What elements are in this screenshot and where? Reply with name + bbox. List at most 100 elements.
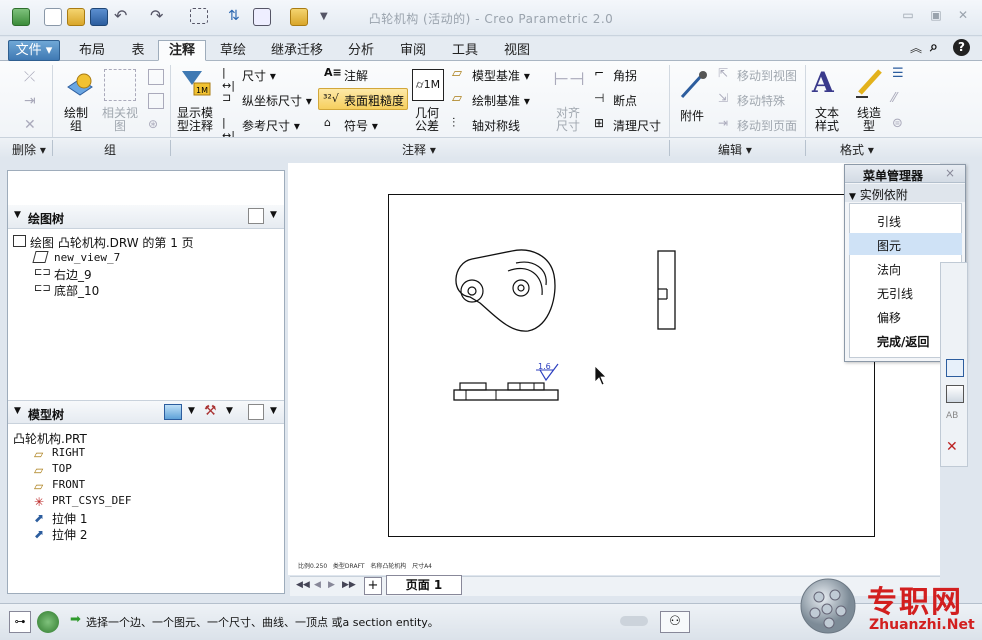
search-icon[interactable]: ⌕ <box>930 39 938 55</box>
dimension-label[interactable]: 尺寸 ▾ <box>242 67 276 84</box>
add-page-button[interactable]: + <box>364 577 382 595</box>
maximize-button[interactable]: ▣ <box>928 8 944 22</box>
line-style-icon[interactable] <box>854 67 886 99</box>
dimension-icon[interactable]: |↔| <box>222 66 238 92</box>
note-label[interactable]: 注解 <box>344 67 368 84</box>
model-display-icon[interactable] <box>164 404 182 420</box>
tab-analysis[interactable]: 分析 <box>338 40 384 61</box>
minimize-button[interactable]: ▭ <box>900 8 916 22</box>
binoculars-icon[interactable]: ⚇ <box>660 611 690 633</box>
tab-tools[interactable]: 工具 <box>442 40 488 61</box>
close-icon[interactable]: × <box>945 166 955 180</box>
browser-toggle-icon[interactable] <box>37 611 59 633</box>
delete-all-icon[interactable]: ✕ <box>24 117 40 133</box>
reference-dimension-label[interactable]: 参考尺寸 ▾ <box>242 117 300 134</box>
move-to-page-label[interactable]: 移动到页面 <box>737 117 797 134</box>
ordinate-dimension-icon[interactable]: ⊐ <box>222 91 238 107</box>
tab-annotate[interactable]: 注释 <box>158 40 206 61</box>
dropdown-icon[interactable]: ▼ <box>188 406 195 416</box>
hatch-icon[interactable]: ☰ <box>892 66 908 82</box>
group-option-3-icon[interactable]: ⊛ <box>148 117 164 133</box>
menu-section-header[interactable]: ▼ 实例依附 <box>845 184 965 202</box>
tab-sketch[interactable]: 草绘 <box>210 40 256 61</box>
model-datum-icon[interactable]: ▱ <box>452 66 468 82</box>
move-to-view-label[interactable]: 移动到视图 <box>737 67 797 84</box>
jog-icon[interactable]: ⌐ <box>594 66 610 82</box>
tree-item-new-view[interactable]: new_view_7 <box>54 251 120 264</box>
ordinate-dimension-label[interactable]: 纵坐标尺寸 ▾ <box>242 92 312 109</box>
sketch-icon[interactable] <box>946 359 964 377</box>
tree-item-bottom-view[interactable]: 底部_10 <box>54 282 99 299</box>
group-annotate[interactable]: 注释 ▾ <box>402 141 436 158</box>
move-to-page-icon[interactable]: ⇥ <box>718 116 734 132</box>
move-to-view-icon[interactable]: ⇱ <box>718 66 734 82</box>
first-page-icon[interactable]: ◀◀ <box>296 580 310 590</box>
tree-item-front[interactable]: FRONT <box>52 478 85 491</box>
symbol-icon[interactable]: ⌂ <box>324 116 340 132</box>
tree-item-csys[interactable]: PRT_CSYS_DEF <box>52 494 131 507</box>
menu-item-leader[interactable]: 引线 <box>849 209 962 231</box>
reference-dimension-icon[interactable]: |↔| <box>222 116 238 142</box>
tree-item-right[interactable]: RIGHT <box>52 446 85 459</box>
tree-toggle-icon[interactable]: ⊶ <box>9 611 31 633</box>
note-icon[interactable]: A≡ <box>324 66 342 82</box>
move-special-icon[interactable]: ⇲ <box>718 91 734 107</box>
tree-settings-icon[interactable] <box>248 208 264 224</box>
hatch-pattern-icon[interactable]: ⁄⁄ <box>892 91 908 107</box>
dropdown-icon[interactable]: ▼ <box>270 406 277 416</box>
related-view-icon[interactable] <box>104 69 136 101</box>
group-format[interactable]: 格式 ▾ <box>840 141 874 158</box>
tree-item-right-view[interactable]: 右边_9 <box>54 266 92 283</box>
dropdown-icon[interactable]: ▼ <box>270 210 277 220</box>
model-tree-header[interactable]: ▼ 模型树 ▼ ⚒ ▼ ▼ <box>8 400 284 424</box>
breakpoint-icon[interactable]: ⊣ <box>594 91 610 107</box>
collapse-icon[interactable]: ▼ <box>14 406 21 416</box>
tab-legacy-migration[interactable]: 继承迁移 <box>262 40 332 61</box>
move-special-label[interactable]: 移动特殊 <box>737 92 785 109</box>
tree-item-extrude-1[interactable]: 拉伸 1 <box>52 510 87 527</box>
breakpoint-label[interactable]: 断点 <box>613 92 637 109</box>
cam-main-view[interactable] <box>450 245 570 335</box>
help-icon[interactable]: ? <box>953 39 970 56</box>
collapse-ribbon-icon[interactable]: ︽ <box>910 39 922 56</box>
tree-item-top[interactable]: TOP <box>52 462 72 475</box>
text-ab-icon[interactable]: AB <box>946 411 964 429</box>
repeat-format-icon[interactable]: ⊜ <box>892 116 908 132</box>
delete-segment-icon[interactable]: ⇥ <box>24 93 40 109</box>
prev-page-icon[interactable]: ◀ <box>314 580 321 590</box>
show-model-annotations-icon[interactable]: 1M <box>180 67 212 99</box>
draw-datum-label[interactable]: 绘制基准 ▾ <box>472 92 530 109</box>
drawing-tree-root[interactable]: 绘图 凸轮机构.DRW 的第 1 页 <box>30 234 194 251</box>
dropdown-icon[interactable]: ▼ <box>226 406 233 416</box>
symbol-label[interactable]: 符号 ▾ <box>344 117 378 134</box>
cam-right-view[interactable] <box>655 249 679 333</box>
group-edit[interactable]: 编辑 ▾ <box>718 141 752 158</box>
group-delete[interactable]: 删除 ▾ <box>12 141 46 158</box>
tab-review[interactable]: 审阅 <box>390 40 436 61</box>
collapse-icon[interactable]: ▼ <box>14 210 21 220</box>
tree-settings-icon[interactable] <box>248 404 264 420</box>
next-page-icon[interactable]: ▶ <box>328 580 335 590</box>
tools-icon[interactable]: ⚒ <box>204 403 217 419</box>
tab-file[interactable]: 文件 ▾ <box>8 40 60 61</box>
geometric-tolerance-icon[interactable]: ⌭1M <box>412 69 444 101</box>
cleanup-dimensions-icon[interactable]: ⊞ <box>594 116 610 132</box>
attach-icon[interactable] <box>678 69 710 101</box>
group-option-icon[interactable] <box>148 69 164 85</box>
box-icon[interactable] <box>946 385 964 403</box>
last-page-icon[interactable]: ▶▶ <box>342 580 356 590</box>
close-button[interactable]: ✕ <box>955 8 971 22</box>
tab-layout[interactable]: 布局 <box>70 40 114 61</box>
tree-item-extrude-2[interactable]: 拉伸 2 <box>52 526 87 543</box>
cleanup-dimensions-label[interactable]: 清理尺寸 <box>613 117 661 134</box>
axis-symmetry-label[interactable]: 轴对称线 <box>472 117 520 134</box>
draw-datum-icon[interactable]: ▱ <box>452 91 468 107</box>
delete-icon[interactable]: ⤫ <box>24 69 40 85</box>
tab-table[interactable]: 表 <box>120 40 156 61</box>
tab-view[interactable]: 视图 <box>494 40 540 61</box>
axis-symmetry-icon[interactable]: ⫶ <box>452 116 468 132</box>
surface-finish-button[interactable]: ³²√ 表面粗糙度 <box>318 88 408 110</box>
group-option-2-icon[interactable] <box>148 93 164 109</box>
cross-icon[interactable]: ✕ <box>946 439 964 457</box>
group-group[interactable]: 组 <box>104 141 116 158</box>
